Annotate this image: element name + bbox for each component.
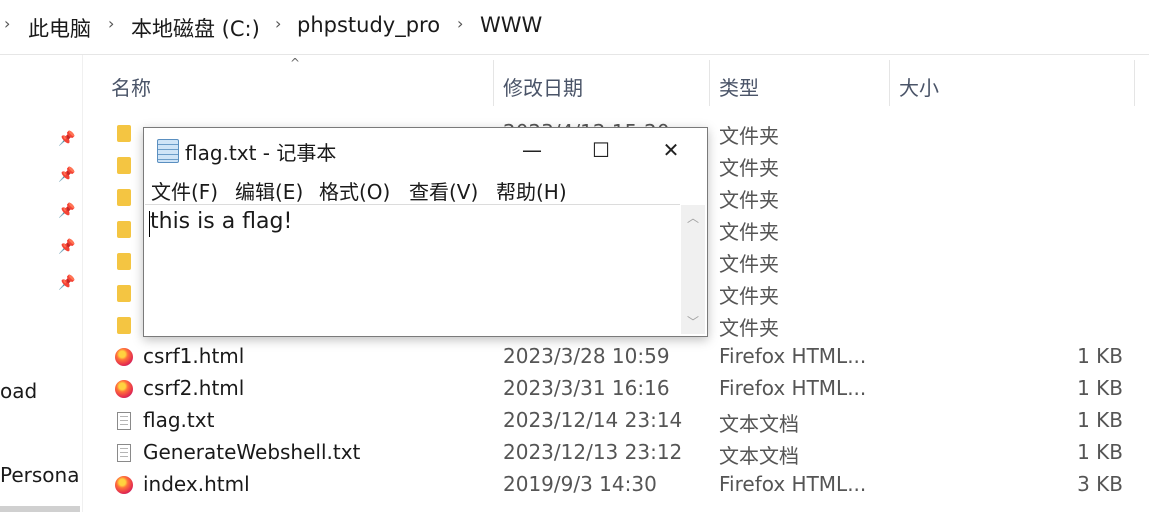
- nav-selection-highlight: [0, 506, 80, 512]
- pin-icon[interactable]: 📌: [58, 203, 75, 219]
- text-file-icon: [117, 444, 131, 462]
- table-row[interactable]: csrf2.html 2023/3/31 16:16 Firefox HTML.…: [100, 373, 1140, 405]
- scroll-down-arrow-icon[interactable]: ﹀: [681, 313, 705, 330]
- folder-icon: [117, 189, 131, 206]
- file-type: 文件夹: [719, 316, 779, 340]
- file-name: csrf2.html: [143, 376, 245, 400]
- file-type: 文件夹: [719, 220, 779, 244]
- table-row[interactable]: csrf1.html 2023/3/28 10:59 Firefox HTML.…: [100, 341, 1140, 373]
- menu-format[interactable]: 格式(O): [319, 176, 390, 205]
- menu-view[interactable]: 查看(V): [409, 176, 478, 205]
- maximize-button[interactable]: ☐: [566, 128, 636, 172]
- file-type: 文本文档: [719, 444, 799, 468]
- text-editor-area[interactable]: this is a flag!: [145, 204, 680, 335]
- file-type: 文件夹: [719, 124, 779, 148]
- file-size: 1 KB: [1077, 376, 1123, 400]
- file-date: 2023/3/28 10:59: [503, 344, 670, 368]
- chevron-right-icon[interactable]: ›: [457, 14, 463, 33]
- chevron-right-icon[interactable]: ›: [275, 14, 281, 33]
- file-type: Firefox HTML...: [719, 344, 867, 368]
- file-size: 1 KB: [1077, 408, 1123, 432]
- vertical-scrollbar[interactable]: ︿ ﹀: [681, 205, 705, 334]
- file-size: 3 KB: [1077, 472, 1123, 496]
- breadcrumb-phpstudy-pro[interactable]: phpstudy_pro: [297, 13, 440, 37]
- file-name: GenerateWebshell.txt: [143, 440, 361, 464]
- folder-icon: [117, 125, 131, 142]
- folder-icon: [117, 253, 131, 270]
- chevron-right-icon[interactable]: ›: [4, 14, 10, 33]
- column-divider[interactable]: [709, 60, 710, 106]
- nav-item-personal[interactable]: Persona: [0, 463, 79, 487]
- notepad-window[interactable]: flag.txt - 记事本 — ☐ ✕ 文件(F) 编辑(E) 格式(O) 查…: [143, 127, 708, 337]
- file-date: 2019/9/3 14:30: [503, 472, 657, 496]
- address-breadcrumb-bar: › 此电脑 › 本地磁盘 (C:) › phpstudy_pro › WWW: [0, 0, 1149, 55]
- notepad-icon: [157, 139, 179, 163]
- folder-icon: [117, 221, 131, 238]
- file-name: csrf1.html: [143, 344, 245, 368]
- file-date: 2023/12/14 23:14: [503, 408, 683, 432]
- breadcrumb-www[interactable]: WWW: [480, 13, 542, 37]
- folder-icon: [117, 157, 131, 174]
- file-type: 文本文档: [719, 412, 799, 436]
- breadcrumb-local-disk[interactable]: 本地磁盘 (C:): [131, 13, 260, 43]
- nav-item-download[interactable]: oad: [0, 379, 37, 403]
- file-name: flag.txt: [143, 408, 215, 432]
- minimize-button[interactable]: —: [497, 128, 567, 172]
- folder-icon: [117, 285, 131, 302]
- file-type: 文件夹: [719, 252, 779, 276]
- file-type: 文件夹: [719, 284, 779, 308]
- table-row[interactable]: flag.txt 2023/12/14 23:14 文本文档 1 KB: [100, 405, 1140, 437]
- breadcrumb-this-pc[interactable]: 此电脑: [28, 13, 91, 43]
- file-size: 1 KB: [1077, 344, 1123, 368]
- file-type: Firefox HTML...: [719, 472, 867, 496]
- menu-file[interactable]: 文件(F): [151, 176, 218, 205]
- window-title: flag.txt - 记事本: [185, 141, 337, 165]
- pin-icon[interactable]: 📌: [58, 239, 75, 255]
- pin-icon[interactable]: 📌: [58, 167, 75, 183]
- table-row[interactable]: index.html 2019/9/3 14:30 Firefox HTML..…: [100, 469, 1140, 501]
- folder-icon: [117, 317, 131, 334]
- pin-icon[interactable]: 📌: [58, 131, 75, 147]
- column-divider[interactable]: [493, 60, 494, 106]
- file-name: index.html: [143, 472, 250, 496]
- file-date: 2023/3/31 16:16: [503, 376, 670, 400]
- menu-help[interactable]: 帮助(H): [496, 176, 567, 205]
- scroll-up-arrow-icon[interactable]: ︿: [681, 209, 705, 226]
- column-header-type[interactable]: 类型: [719, 72, 759, 101]
- navigation-pane: 📌 📌 📌 📌 📌 oad Persona: [0, 55, 83, 512]
- editor-content: this is a flag!: [150, 209, 293, 234]
- sort-ascending-icon: ^: [290, 56, 301, 70]
- table-row[interactable]: GenerateWebshell.txt 2023/12/13 23:12 文本…: [100, 437, 1140, 469]
- text-file-icon: [117, 412, 131, 430]
- file-size: 1 KB: [1077, 440, 1123, 464]
- firefox-html-icon: [115, 380, 133, 398]
- file-date: 2023/12/13 23:12: [503, 440, 683, 464]
- chevron-right-icon[interactable]: ›: [108, 14, 114, 33]
- column-header-name[interactable]: 名称: [111, 72, 151, 101]
- file-type: Firefox HTML...: [719, 376, 867, 400]
- column-divider[interactable]: [1134, 60, 1135, 106]
- close-button[interactable]: ✕: [636, 128, 706, 172]
- menu-edit[interactable]: 编辑(E): [235, 176, 303, 205]
- column-header-size[interactable]: 大小: [899, 72, 939, 101]
- firefox-html-icon: [115, 348, 133, 366]
- firefox-html-icon: [115, 476, 133, 494]
- column-divider[interactable]: [889, 60, 890, 106]
- column-header-date[interactable]: 修改日期: [503, 72, 583, 101]
- file-type: 文件夹: [719, 188, 779, 212]
- pin-icon[interactable]: 📌: [58, 275, 75, 291]
- file-type: 文件夹: [719, 156, 779, 180]
